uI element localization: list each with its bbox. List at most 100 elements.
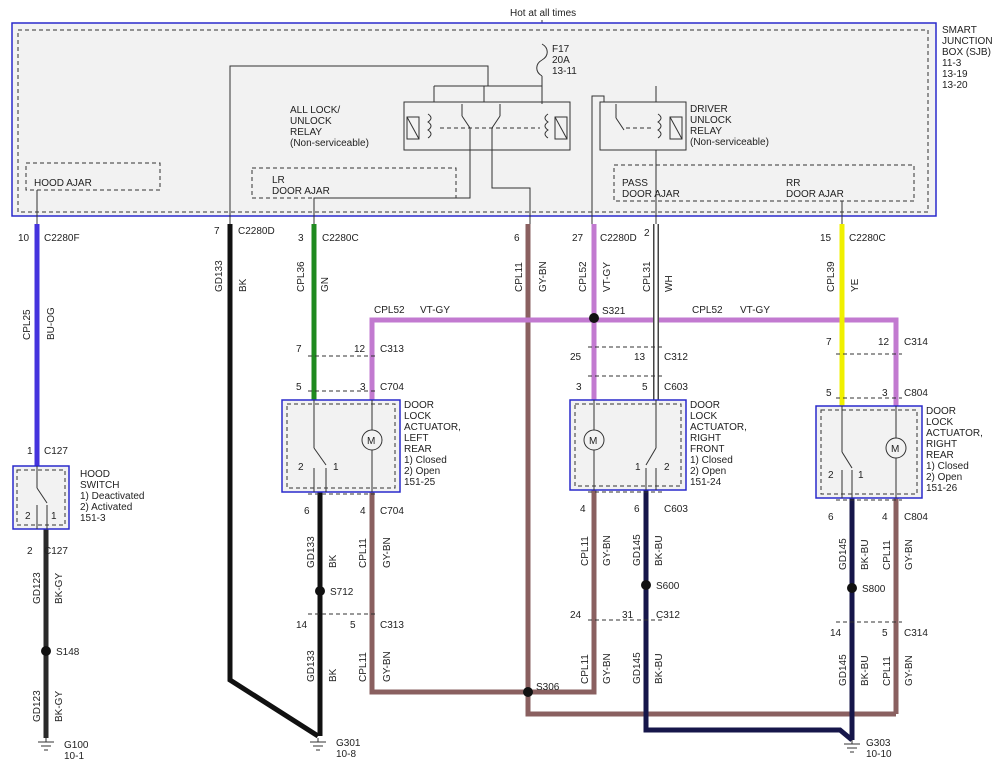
connector-c312-bottom: 24 31 C312 [570,610,680,621]
wiring-diagram: Hot at all times SMART JUNCTION BOX (SJB… [11,8,993,762]
svg-text:BK: BK [238,278,249,292]
svg-text:SWITCH: SWITCH [80,480,119,491]
svg-text:DOOR: DOOR [404,400,434,411]
wire-label-cpl52-bus-left: CPL52 VT-GY [374,305,450,316]
svg-text:12: 12 [354,344,366,355]
svg-text:2) Open: 2) Open [404,466,440,477]
svg-text:151-24: 151-24 [690,477,722,488]
splice-s600: S600 [656,581,680,592]
svg-text:M: M [589,436,597,447]
svg-text:27: 27 [572,233,584,244]
svg-text:C312: C312 [664,352,688,363]
svg-text:5: 5 [826,388,832,399]
wire-label-cpl11-lr-b: CPL11 GY-BN [358,651,393,682]
svg-text:REAR: REAR [926,450,954,461]
svg-text:BK: BK [328,668,339,682]
svg-text:BK-BU: BK-BU [654,653,665,684]
svg-text:2: 2 [828,470,834,481]
svg-text:RELAY: RELAY [290,127,322,138]
svg-text:C127: C127 [44,546,68,557]
pin-c2280c-gn: 3 C2280C [298,233,359,244]
svg-text:4: 4 [580,504,586,515]
svg-text:10: 10 [18,233,30,244]
svg-text:C127: C127 [44,446,68,457]
wire-label-cpl11-lr-a: CPL11 GY-BN [358,537,393,568]
svg-text:CPL11: CPL11 [580,654,591,684]
svg-text:JUNCTION: JUNCTION [942,36,993,47]
svg-text:CPL52: CPL52 [692,305,723,316]
svg-text:DOOR AJAR: DOOR AJAR [622,189,680,200]
svg-text:CPL52: CPL52 [374,305,405,316]
svg-text:C313: C313 [380,620,404,631]
pin-gybn: 6 [514,233,520,244]
svg-text:C603: C603 [664,382,688,393]
connector-c127-top: 1 C127 [27,446,68,457]
svg-text:GN: GN [320,277,331,292]
svg-text:BOX (SJB): BOX (SJB) [942,47,991,58]
splice-s148: S148 [56,647,80,658]
svg-text:ALL LOCK/: ALL LOCK/ [290,105,340,116]
svg-text:(Non-serviceable): (Non-serviceable) [690,137,769,148]
svg-text:LEFT: LEFT [404,433,428,444]
svg-text:C313: C313 [380,344,404,355]
svg-text:DOOR: DOOR [926,406,956,417]
connector-rr-bottom: 6 4 C804 [828,499,928,523]
svg-text:C603: C603 [664,504,688,515]
svg-text:7: 7 [826,337,832,348]
svg-text:25: 25 [570,352,582,363]
svg-text:2) Open: 2) Open [690,466,726,477]
splice-s600-dot [641,580,651,590]
svg-text:151-3: 151-3 [80,513,106,524]
svg-text:HOOD: HOOD [80,469,110,480]
svg-text:RELAY: RELAY [690,126,722,137]
svg-text:G301: G301 [336,738,361,749]
svg-text:C804: C804 [904,388,928,399]
splice-s148-dot [41,646,51,656]
svg-text:GD145: GD145 [632,652,643,684]
svg-text:CPL11: CPL11 [882,656,893,686]
splice-s321-dot [589,313,599,323]
svg-text:GY-BN: GY-BN [904,655,915,686]
svg-text:13: 13 [634,352,646,363]
svg-text:CPL25: CPL25 [22,309,33,340]
svg-text:5: 5 [296,382,302,393]
svg-text:RIGHT: RIGHT [690,433,721,444]
svg-text:14: 14 [296,620,308,631]
svg-text:C2280C: C2280C [849,233,886,244]
svg-text:5: 5 [350,620,356,631]
svg-text:M: M [367,436,375,447]
svg-text:GY-BN: GY-BN [602,535,613,566]
svg-text:G100: G100 [64,740,89,751]
svg-text:CPL11: CPL11 [514,262,525,292]
svg-text:DRIVER: DRIVER [690,104,728,115]
svg-text:20A: 20A [552,55,570,66]
svg-text:C2280F: C2280F [44,233,80,244]
svg-text:2: 2 [664,462,670,473]
svg-text:C704: C704 [380,506,404,517]
hood-switch: 2 1 [12,465,70,530]
svg-text:GY-BN: GY-BN [904,539,915,570]
svg-text:1) Deactivated: 1) Deactivated [80,491,144,502]
pin-c2280d-vt: 27 C2280D [572,233,637,244]
wire-cpl52-bus [369,317,899,406]
connector-c314-bottom: 14 5 C314 [830,621,928,639]
svg-text:DOOR: DOOR [690,400,720,411]
svg-text:5: 5 [642,382,648,393]
svg-text:YE: YE [850,278,861,292]
svg-text:REAR: REAR [404,444,432,455]
svg-text:G303: G303 [866,738,891,749]
svg-text:LOCK: LOCK [404,411,432,422]
svg-text:13-11: 13-11 [552,66,577,77]
svg-text:C704: C704 [380,382,404,393]
svg-text:6: 6 [634,504,640,515]
svg-text:1: 1 [635,462,641,473]
svg-text:3: 3 [298,233,304,244]
svg-text:BK-GY: BK-GY [54,573,65,604]
svg-text:3: 3 [882,388,888,399]
svg-text:3: 3 [576,382,582,393]
connector-c313-bottom: 14 5 C313 [296,613,404,631]
svg-text:CPL11: CPL11 [882,540,893,570]
svg-text:6: 6 [828,512,834,523]
svg-text:GD133: GD133 [306,536,317,568]
svg-text:13-19: 13-19 [942,69,968,80]
